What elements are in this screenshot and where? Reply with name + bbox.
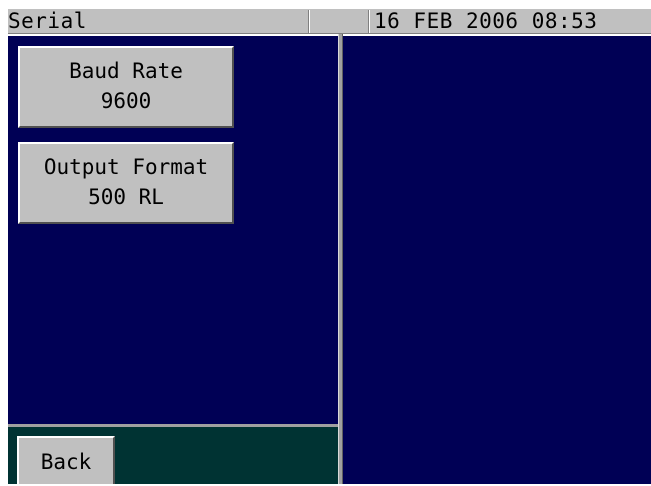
title-bar-separator: [308, 10, 310, 33]
right-content-panel: [343, 36, 651, 484]
title-bar-separator: [368, 10, 370, 33]
baud-rate-button[interactable]: Baud Rate 9600: [18, 46, 234, 128]
output-format-value: 500 RL: [88, 185, 164, 209]
back-button[interactable]: Back: [17, 436, 115, 484]
date-time-display: 16 FEB 2006 08:53: [374, 9, 598, 33]
baud-rate-value: 9600: [100, 89, 152, 113]
title-bar: Serial 16 FEB 2006 08:53: [8, 8, 651, 34]
output-format-label: Output Format: [43, 155, 209, 179]
baud-rate-label: Baud Rate: [69, 59, 183, 83]
serial-settings-screen: Serial 16 FEB 2006 08:53 Baud Rate 9600 …: [0, 0, 651, 484]
output-format-button[interactable]: Output Format 500 RL: [18, 142, 234, 224]
screen-title: Serial: [8, 9, 87, 33]
